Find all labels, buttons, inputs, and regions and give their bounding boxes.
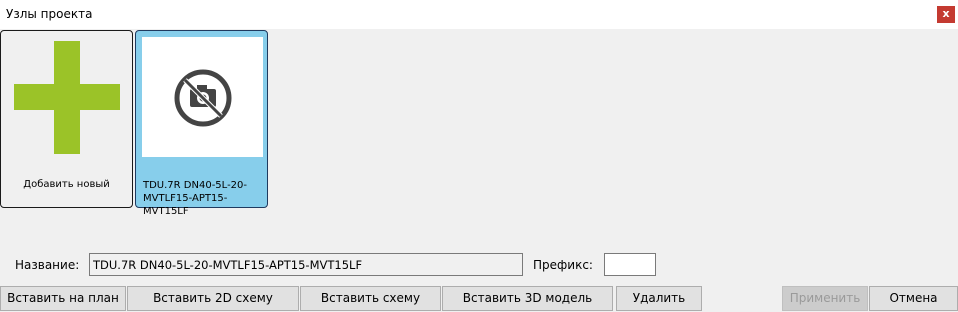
window-title: Узлы проекта xyxy=(6,7,93,21)
close-button[interactable]: x xyxy=(937,6,955,23)
name-label: Название: xyxy=(15,258,80,272)
node-tile[interactable]: TDU.7R DN40-5L-20-MVTLF15-APT15-MVT15LF xyxy=(135,30,268,217)
dialog-content: Добавить новый TDU.7R DN40-5L-20-MVTLF15… xyxy=(0,29,958,312)
apply-button[interactable]: Применить xyxy=(782,286,868,311)
thumbnail xyxy=(142,37,263,157)
insert-scheme-button[interactable]: Вставить схему xyxy=(300,286,441,311)
cancel-button[interactable]: Отмена xyxy=(869,286,958,311)
prefix-input[interactable] xyxy=(604,253,656,276)
prefix-label: Префикс: xyxy=(533,258,593,272)
name-input[interactable] xyxy=(89,253,523,276)
node-label: TDU.7R DN40-5L-20-MVTLF15-APT15-MVT15LF xyxy=(143,180,248,217)
insert-3d-model-button[interactable]: Вставить 3D модель xyxy=(442,286,613,311)
add-new-tile[interactable]: Добавить новый xyxy=(0,30,133,208)
delete-button[interactable]: Удалить xyxy=(616,286,702,311)
plus-icon-bar xyxy=(14,84,120,110)
no-photo-icon xyxy=(174,69,232,127)
title-bar: Узлы проекта x xyxy=(0,0,958,29)
add-new-label: Добавить новый xyxy=(23,179,110,190)
insert-2d-scheme-button[interactable]: Вставить 2D схему xyxy=(127,286,299,311)
insert-on-plan-button[interactable]: Вставить на план xyxy=(0,286,126,311)
